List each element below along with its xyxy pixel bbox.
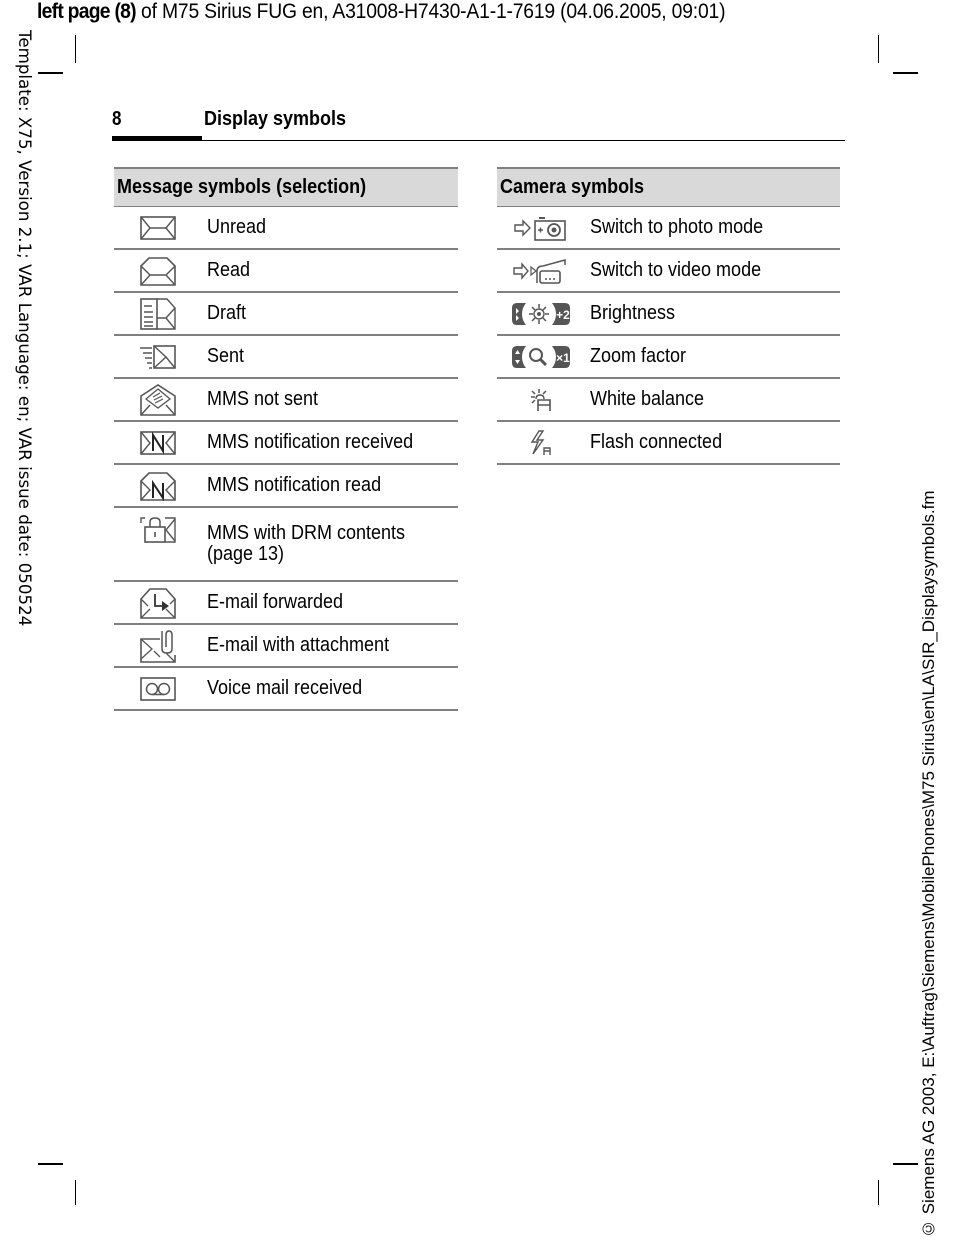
mms-drm-icon [140, 517, 176, 543]
crop-mark [893, 1163, 918, 1165]
table-header-row: Camera symbols [497, 167, 840, 207]
table-header-row: Message symbols (selection) [114, 167, 458, 207]
table-row: Draft [114, 292, 458, 336]
flash-connected-icon [530, 429, 551, 455]
brightness-icon: +2 [512, 302, 570, 325]
sent-icon [140, 344, 176, 369]
header-rule-thick [112, 136, 202, 141]
envelope-closed-icon [140, 215, 176, 240]
symbol-label: Read [207, 259, 251, 281]
proof-header-page: left page (8) [37, 0, 137, 23]
symbol-label: MMS with DRM contents [207, 522, 406, 544]
symbol-label: E-mail with attachment [207, 634, 390, 656]
message-symbols-table: Message symbols (selection) Unread Read … [114, 167, 458, 711]
header-rule [202, 140, 845, 141]
table-row: MMS notification read [114, 464, 458, 508]
symbol-label: Flash connected [590, 431, 723, 453]
symbol-label: Switch to video mode [590, 259, 762, 281]
crop-mark [38, 1163, 63, 1165]
table-row: E-mail forwarded [114, 581, 458, 625]
mms-not-sent-icon [140, 383, 176, 416]
table-row: Sent [114, 335, 458, 379]
symbol-label: Sent [207, 345, 245, 367]
camera-symbols-table: Camera symbols Switch to photo mode Swit… [497, 167, 840, 465]
table-row: MMS not sent [114, 378, 458, 422]
table-row: ×1 Zoom factor [497, 335, 840, 379]
table-row: Read [114, 249, 458, 293]
table-row: MMS notification received [114, 421, 458, 465]
page-number: 8 [112, 108, 122, 130]
table-row: E-mail with attachment [114, 624, 458, 668]
mms-notification-read-icon [140, 471, 176, 501]
email-attachment-icon [140, 629, 176, 663]
template-info: Template: X75, Version 2.1; VAR Language… [14, 30, 34, 627]
symbol-label: MMS notification received [207, 431, 414, 453]
proof-header-info: of M75 Sirius FUG en, A31008-H7430-A1-1-… [135, 0, 726, 23]
symbol-label: MMS notification read [207, 474, 382, 496]
proof-header: left page (8) of M75 Sirius FUG en, A310… [37, 0, 726, 24]
table-row: Switch to photo mode [497, 206, 840, 250]
table-row: Flash connected [497, 421, 840, 465]
voicemail-icon [140, 676, 176, 701]
symbol-label-reference: (page 13) [207, 543, 285, 565]
white-balance-icon [531, 388, 551, 411]
symbol-label: Voice mail received [207, 677, 363, 699]
symbol-label: Zoom factor [590, 345, 687, 367]
table-row: Unread [114, 206, 458, 250]
table-row: Voice mail received [114, 667, 458, 711]
message-table-header: Message symbols (selection) [114, 167, 458, 207]
symbol-label: MMS not sent [207, 388, 319, 410]
table-row: MMS with DRM contents (page 13) [114, 507, 458, 582]
switch-video-mode-icon [513, 258, 566, 284]
draft-icon [140, 297, 176, 330]
zoom-factor-icon: ×1 [512, 345, 570, 368]
mms-notification-received-icon [140, 430, 176, 455]
page-title: Display symbols [204, 108, 347, 130]
symbol-label: Brightness [590, 302, 676, 324]
table-row: +2 Brightness [497, 292, 840, 336]
symbol-label: E-mail forwarded [207, 591, 344, 613]
crop-mark [75, 1180, 76, 1205]
table-row: Switch to video mode [497, 249, 840, 293]
envelope-open-icon [140, 256, 176, 286]
crop-mark [878, 35, 879, 63]
symbol-label: Unread [207, 216, 267, 238]
page-header: 8 Display symbols [112, 106, 845, 142]
switch-photo-mode-icon [514, 216, 566, 241]
table-row: White balance [497, 378, 840, 422]
zoom-value: ×1 [556, 351, 570, 365]
symbol-label: Switch to photo mode [590, 216, 764, 238]
crop-mark [38, 72, 63, 74]
crop-mark [893, 72, 918, 74]
camera-table-header: Camera symbols [497, 167, 840, 207]
brightness-value: +2 [556, 308, 570, 322]
copyright-path: © Siemens AG 2003, E:\Auftrag\Siemens\Mo… [919, 490, 938, 1238]
symbol-label: Draft [207, 302, 247, 324]
crop-mark [75, 35, 76, 63]
crop-mark [878, 1180, 879, 1205]
symbol-label: White balance [590, 388, 705, 410]
email-forwarded-icon [140, 587, 176, 619]
